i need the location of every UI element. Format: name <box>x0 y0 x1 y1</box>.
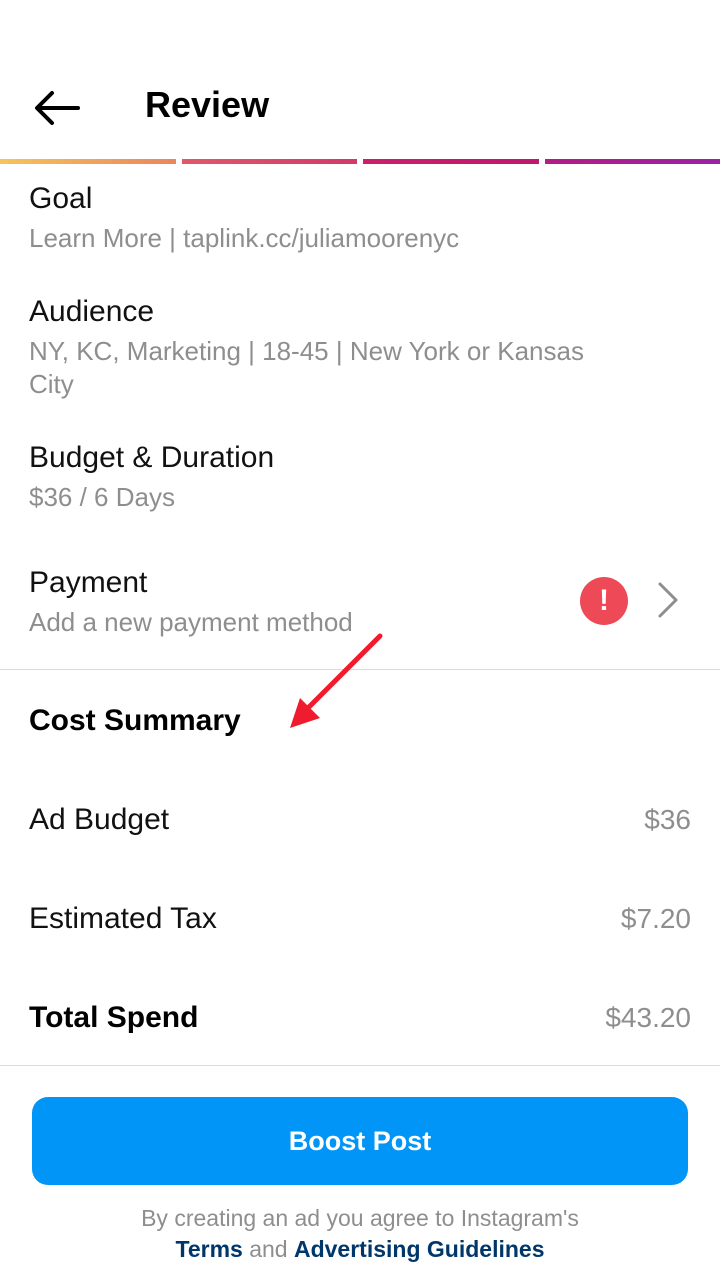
cost-summary-title: Cost Summary <box>29 704 241 737</box>
payment-title: Payment <box>29 566 148 599</box>
ad-budget-label: Ad Budget <box>29 803 170 836</box>
page-title: Review <box>145 84 270 125</box>
step-progress-bar <box>0 159 720 164</box>
boost-post-button[interactable]: Boost Post <box>32 1097 688 1185</box>
audience-title: Audience <box>29 295 155 328</box>
annotation-arrow-icon <box>290 633 383 728</box>
total-spend-label: Total Spend <box>29 1001 199 1034</box>
budget-value: $36 / 6 Days <box>29 482 175 512</box>
progress-step-2 <box>181 159 357 164</box>
estimated-tax-label: Estimated Tax <box>29 902 217 935</box>
error-alert-icon: ! <box>580 577 628 625</box>
progress-step-4 <box>544 159 720 164</box>
goal-title: Goal <box>29 182 93 215</box>
advertising-guidelines-link[interactable]: Advertising Guidelines <box>294 1236 545 1262</box>
legal-notice: By creating an ad you agree to Instagram… <box>0 1203 720 1265</box>
budget-title: Budget & Duration <box>29 441 275 474</box>
progress-step-1 <box>0 159 176 164</box>
progress-step-3 <box>363 159 539 164</box>
estimated-tax-row: Estimated Tax $7.20 <box>29 899 691 939</box>
audience-section[interactable]: Audience NY, KC, Marketing | 18-45 | New… <box>29 294 620 401</box>
goal-value: Learn More | taplink.cc/juliamoorenyc <box>29 223 460 253</box>
estimated-tax-value: $7.20 <box>620 903 691 934</box>
back-button[interactable] <box>28 82 84 134</box>
arrow-left-icon <box>35 91 80 125</box>
review-screen: Review Goal Learn More | taplink.cc/juli… <box>0 0 720 1280</box>
ad-budget-value: $36 <box>644 804 691 835</box>
total-spend-row: Total Spend $43.20 <box>29 998 691 1038</box>
chevron-right-icon[interactable] <box>652 580 684 620</box>
ad-budget-row: Ad Budget $36 <box>29 800 691 840</box>
budget-section[interactable]: Budget & Duration $36 / 6 Days <box>29 440 680 514</box>
goal-section[interactable]: Goal Learn More | taplink.cc/juliamooren… <box>29 181 680 255</box>
legal-links-line: Terms and Advertising Guidelines <box>0 1234 720 1265</box>
terms-link[interactable]: Terms <box>176 1236 243 1262</box>
legal-and: and <box>249 1236 288 1262</box>
footer-divider <box>0 1065 720 1066</box>
total-spend-value: $43.20 <box>605 1002 691 1033</box>
legal-prefix: By creating an ad you agree to Instagram… <box>141 1205 579 1231</box>
audience-value: NY, KC, Marketing | 18-45 | New York or … <box>29 336 584 399</box>
